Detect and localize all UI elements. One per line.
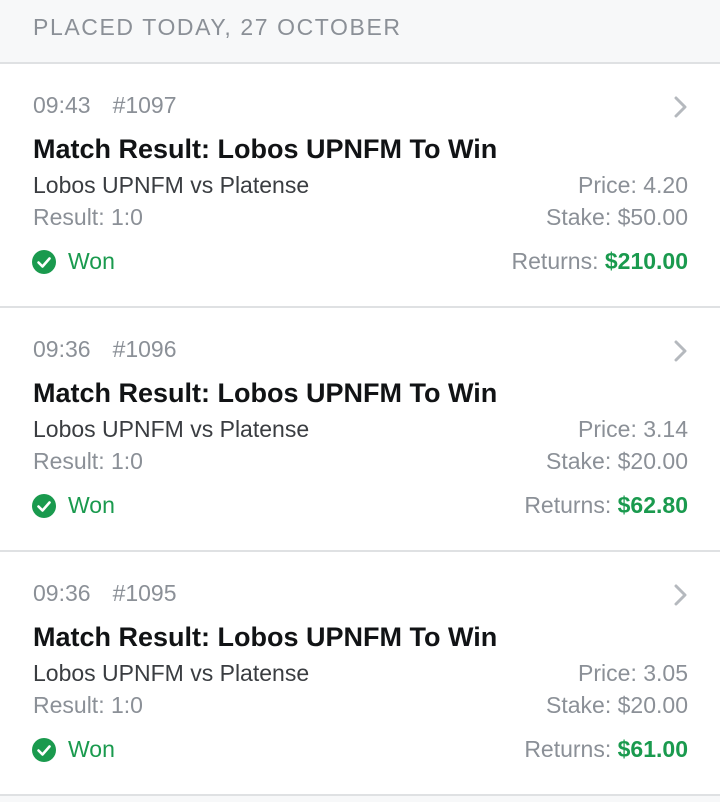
- bet-id: #1096: [112, 336, 177, 362]
- bet-fixture: Lobos UPNFM vs Platense: [33, 416, 310, 442]
- status-badge: Won: [32, 248, 115, 275]
- stake-value: $20.00: [617, 448, 688, 474]
- bet-result: Result: 1:0: [33, 204, 143, 230]
- bet-returns: Returns: $61.00: [524, 736, 688, 763]
- bet-meta: 09:36 #1096: [33, 336, 177, 363]
- bet-card[interactable]: 09:36 #1096 Match Result: Lobos UPNFM To …: [0, 308, 720, 552]
- bet-price: Price: 3.05: [578, 660, 688, 687]
- status-badge: Won: [32, 736, 115, 763]
- bet-result: Result: 1:0: [33, 448, 143, 474]
- returns-value: $61.00: [617, 736, 688, 762]
- stake-value: $50.00: [617, 204, 688, 230]
- status-text: Won: [68, 736, 115, 762]
- price-value: 3.05: [643, 660, 688, 686]
- price-label: Price:: [578, 416, 637, 442]
- price-value: 3.14: [643, 416, 688, 442]
- bet-meta: 09:36 #1095: [33, 580, 177, 607]
- stake-label: Stake:: [546, 692, 612, 718]
- chevron-right-icon[interactable]: [674, 96, 688, 118]
- bet-time: 09:36: [33, 336, 91, 362]
- returns-value: $62.80: [617, 492, 688, 518]
- bet-price: Price: 3.14: [578, 416, 688, 443]
- price-label: Price:: [578, 172, 637, 198]
- check-circle-icon: [32, 493, 56, 518]
- bet-fixture: Lobos UPNFM vs Platense: [33, 172, 310, 198]
- bet-stake: Stake: $20.00: [546, 692, 688, 719]
- price-value: 4.20: [643, 172, 688, 198]
- bet-stake: Stake: $20.00: [546, 448, 688, 475]
- returns-label: Returns:: [524, 492, 612, 518]
- stake-value: $20.00: [617, 692, 688, 718]
- bet-card[interactable]: 09:43 #1097 Match Result: Lobos UPNFM To …: [0, 64, 720, 308]
- status-text: Won: [68, 492, 115, 518]
- price-label: Price:: [578, 660, 637, 686]
- bet-time: 09:43: [33, 92, 91, 118]
- section-date-header: PLACED TODAY, 27 OCTOBER: [0, 0, 720, 64]
- returns-value: $210.00: [604, 248, 688, 274]
- stake-label: Stake:: [546, 448, 612, 474]
- check-circle-icon: [32, 737, 56, 762]
- bet-fixture: Lobos UPNFM vs Platense: [33, 660, 310, 686]
- stake-label: Stake:: [546, 204, 612, 230]
- chevron-right-icon[interactable]: [674, 584, 688, 606]
- status-badge: Won: [32, 492, 115, 519]
- chevron-right-icon[interactable]: [674, 340, 688, 362]
- status-text: Won: [68, 248, 115, 274]
- returns-label: Returns:: [511, 248, 599, 274]
- bet-card[interactable]: 09:36 #1095 Match Result: Lobos UPNFM To …: [0, 552, 720, 796]
- returns-label: Returns:: [524, 736, 612, 762]
- bet-title: Match Result: Lobos UPNFM To Win: [33, 622, 498, 652]
- bet-returns: Returns: $210.00: [512, 248, 688, 275]
- bet-id: #1095: [112, 580, 177, 606]
- bet-stake: Stake: $50.00: [546, 204, 688, 231]
- bet-result: Result: 1:0: [33, 692, 143, 718]
- bet-price: Price: 4.20: [578, 172, 688, 199]
- bet-returns: Returns: $62.80: [524, 492, 688, 519]
- bet-time: 09:36: [33, 580, 91, 606]
- bet-id: #1097: [112, 92, 177, 118]
- bet-title: Match Result: Lobos UPNFM To Win: [33, 378, 498, 408]
- bet-meta: 09:43 #1097: [33, 92, 177, 119]
- bet-title: Match Result: Lobos UPNFM To Win: [33, 134, 498, 164]
- check-circle-icon: [32, 249, 56, 274]
